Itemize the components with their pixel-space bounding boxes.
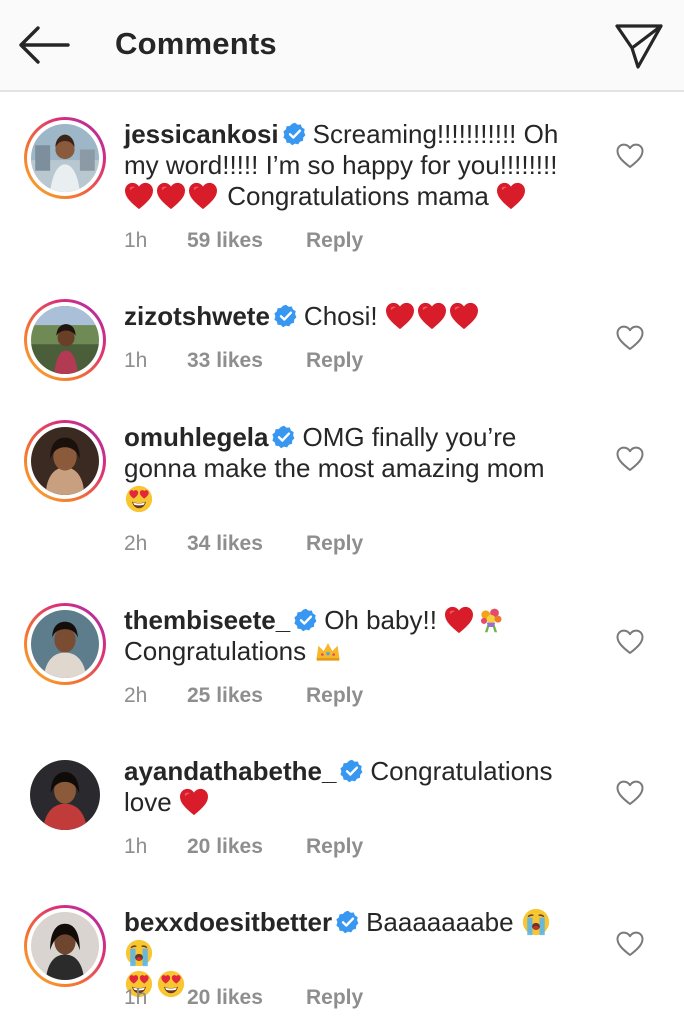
likes-count[interactable]: 34 likes: [187, 532, 263, 556]
avatar: [31, 912, 99, 980]
comment-text: Chosi!: [303, 301, 378, 331]
verified-badge-icon: [283, 122, 307, 146]
red-heart-emoji-icon: [188, 182, 218, 210]
avatar-container[interactable]: [24, 754, 106, 836]
reply-button[interactable]: Reply: [306, 835, 363, 859]
verified-badge-icon: [272, 425, 296, 449]
comment-body: omuhlegela OMG finally you’re gonna make …: [124, 422, 574, 515]
username[interactable]: ayandathabethe_: [124, 756, 336, 786]
comment-time: 1h: [124, 835, 148, 858]
avatar: [30, 760, 100, 830]
crying-face-emoji-icon: [521, 908, 551, 936]
username[interactable]: jessicankosi: [124, 119, 279, 149]
comment-time: 2h: [124, 684, 148, 707]
username[interactable]: bexxdoesitbetter: [124, 907, 332, 937]
verified-badge-icon: [340, 759, 364, 783]
comment-body: thembiseete_ Oh baby!! Congratulations: [124, 605, 574, 667]
avatar-story-ring[interactable]: [24, 603, 106, 685]
comment-body: zizotshwete Chosi!: [124, 301, 574, 332]
send-icon[interactable]: [614, 20, 664, 70]
likes-count[interactable]: 33 likes: [187, 349, 263, 373]
likes-count[interactable]: 20 likes: [187, 986, 263, 1010]
bouquet-emoji-icon: [476, 606, 506, 634]
reply-button[interactable]: Reply: [306, 684, 363, 708]
likes-count[interactable]: 20 likes: [187, 835, 263, 859]
like-heart-icon[interactable]: [616, 780, 644, 806]
crown-emoji-icon: [313, 637, 343, 665]
reply-button[interactable]: Reply: [306, 986, 363, 1010]
comment-time: 1h: [124, 349, 148, 372]
comment-text: Baaaaaaabe: [366, 907, 514, 937]
verified-badge-icon: [294, 608, 318, 632]
red-heart-emoji-icon: [417, 302, 447, 330]
like-heart-icon[interactable]: [616, 143, 644, 169]
heart-eyes-emoji-icon: [124, 485, 154, 513]
red-heart-emoji-icon: [156, 182, 186, 210]
page-title: Comments: [115, 26, 277, 61]
like-heart-icon[interactable]: [616, 446, 644, 472]
avatar-story-ring[interactable]: [24, 299, 106, 381]
like-heart-icon[interactable]: [616, 931, 644, 957]
reply-button[interactable]: Reply: [306, 532, 363, 556]
avatar: [31, 124, 99, 192]
red-heart-emoji-icon: [444, 606, 474, 634]
comment-text: Congratulations: [124, 636, 307, 666]
comment-time: 1h: [124, 986, 148, 1009]
header-bar: Comments: [0, 0, 684, 92]
avatar: [31, 610, 99, 678]
avatar: [31, 427, 99, 495]
username[interactable]: omuhlegela: [124, 422, 268, 452]
verified-badge-icon: [274, 304, 298, 328]
username[interactable]: zizotshwete: [124, 301, 270, 331]
crying-face-emoji-icon: [124, 939, 154, 967]
comment-text: Oh baby!!: [324, 605, 437, 635]
red-heart-emoji-icon: [449, 302, 479, 330]
likes-count[interactable]: 25 likes: [187, 684, 263, 708]
avatar-story-ring[interactable]: [24, 117, 106, 199]
like-heart-icon[interactable]: [616, 325, 644, 351]
comment-time: 1h: [124, 229, 148, 252]
comment-text: Congratulations mama: [227, 181, 489, 211]
avatar: [31, 306, 99, 374]
reply-button[interactable]: Reply: [306, 349, 363, 373]
red-heart-emoji-icon: [124, 182, 154, 210]
comment-body: jessicankosi Screaming!!!!!!!!!!! Oh my w…: [124, 119, 574, 212]
red-heart-emoji-icon: [179, 788, 209, 816]
reply-button[interactable]: Reply: [306, 229, 363, 253]
red-heart-emoji-icon: [496, 182, 526, 210]
comment-body: ayandathabethe_ Congratulations love: [124, 756, 574, 818]
red-heart-emoji-icon: [385, 302, 415, 330]
likes-count[interactable]: 59 likes: [187, 229, 263, 253]
username[interactable]: thembiseete_: [124, 605, 290, 635]
avatar-story-ring[interactable]: [24, 905, 106, 987]
heart-eyes-emoji-icon: [156, 970, 186, 998]
avatar-story-ring[interactable]: [24, 420, 106, 502]
like-heart-icon[interactable]: [616, 629, 644, 655]
back-arrow-icon[interactable]: [14, 22, 72, 68]
comment-time: 2h: [124, 532, 148, 555]
verified-badge-icon: [336, 910, 360, 934]
